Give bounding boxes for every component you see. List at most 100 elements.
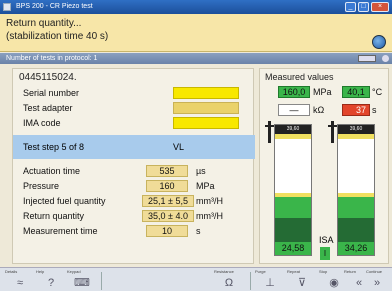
result-row: Injected fuel quantity 25,1 ± 5,5 mm³/H (13, 194, 255, 208)
test-step-label: Test step 5 of 8 (23, 142, 85, 152)
toolbar-label: Details (5, 269, 18, 274)
strip-indicator-icon (382, 55, 389, 62)
details-icon: ≈ (16, 277, 24, 289)
result-unit: s (196, 226, 201, 236)
chevron-right-icon: » (373, 277, 381, 289)
result-row: Actuation time 535 µs (13, 164, 255, 178)
bar-tolerance-band (338, 193, 374, 197)
pressure-unit: MPa (313, 87, 332, 97)
minimize-button[interactable]: _ (345, 2, 356, 12)
bar-tolerance-band (275, 134, 311, 139)
ohm-icon: Ω (224, 277, 234, 289)
toolbar-label: Continue (366, 269, 383, 274)
purge-icon: ⊥ (265, 277, 275, 289)
result-label: Pressure (23, 181, 60, 191)
message-line-2: (stabilization time 40 s) (6, 31, 109, 42)
part-number: 0445115024. (19, 72, 77, 83)
temperature-value: 40,1 (342, 86, 370, 98)
title-bar: BPS 200 - CR Piezo test _ □ × (0, 0, 392, 14)
resistance-button[interactable]: Resistance Ω (212, 268, 248, 291)
result-unit: mm³/H (196, 196, 223, 206)
toolbar-label: Resistance (214, 269, 234, 274)
test-adapter-field[interactable] (173, 102, 239, 114)
measured-values-panel: Measured values 160,0 MPa 40,1 °C — kΩ 3… (259, 68, 389, 264)
continue-button[interactable]: Continue » (364, 268, 392, 291)
repeat-button[interactable]: Repeat ⊽ (285, 268, 321, 291)
resistance-unit: kΩ (313, 105, 325, 115)
strip-toggle[interactable] (358, 55, 376, 62)
repeat-icon: ⊽ (297, 277, 307, 289)
result-label: Actuation time (23, 166, 81, 176)
empty-icon (138, 275, 172, 291)
toolbar-divider (250, 272, 251, 290)
serial-number-field[interactable] (173, 87, 239, 99)
toolbar-label: Repeat (287, 269, 300, 274)
message-line-1: Return quantity... (6, 18, 82, 29)
return-quantity-bar: 39,60 34,26 (337, 124, 375, 256)
maximize-button[interactable]: □ (358, 2, 369, 12)
test-step-banner: Test step 5 of 8 VL (13, 135, 255, 159)
toolbar-label: Stop (319, 269, 328, 274)
result-value: 25,1 ± 5,5 (142, 195, 194, 207)
needle-right-icon (328, 121, 337, 143)
empty-slot-button[interactable] (138, 268, 174, 291)
message-bar: Return quantity... (stabilization time 4… (0, 14, 392, 52)
injected-quantity-bar: 39,60 24,58 (274, 124, 312, 256)
window-title: BPS 200 - CR Piezo test (16, 3, 93, 10)
result-value: 35,0 ± 4.0 (142, 210, 194, 222)
result-row: Pressure 160 MPa (13, 179, 255, 193)
protocol-text: Number of tests in protocol: 1 (6, 55, 98, 62)
needle-left-icon (265, 121, 274, 143)
app-window: BPS 200 - CR Piezo test _ □ × Return qua… (0, 0, 392, 291)
empty-slot-button[interactable] (172, 268, 208, 291)
empty-slot-button[interactable] (104, 268, 140, 291)
result-value: 160 (146, 180, 188, 192)
field-label: Serial number (23, 88, 80, 98)
result-label: Measurement time (23, 226, 98, 236)
time-value: 37 (342, 104, 370, 116)
test-adapter-row: Test adapter (13, 101, 255, 115)
result-row: Return quantity 35,0 ± 4.0 mm³/H (13, 209, 255, 223)
result-value: 535 (146, 165, 188, 177)
toolbar-label: Keypad (67, 269, 81, 274)
protocol-strip: Number of tests in protocol: 1 (0, 53, 392, 64)
ima-code-row: IMA code (13, 116, 255, 130)
purge-button[interactable]: Purge ⊥ (253, 268, 289, 291)
bottom-toolbar: Details ≈ Help ? Keypad ⌨ Resistance Ω P… (0, 267, 392, 291)
toolbar-divider (101, 272, 102, 290)
keypad-button[interactable]: Keypad ⌨ (65, 268, 101, 291)
app-icon (3, 3, 11, 11)
result-unit: MPa (196, 181, 215, 191)
bar-top-label: 39,60 (338, 125, 374, 134)
bar-dark-segment (275, 218, 311, 242)
ima-code-field[interactable] (173, 117, 239, 129)
result-label: Injected fuel quantity (23, 196, 106, 206)
toolbar-label: Purge (255, 269, 266, 274)
test-step-value: VL (173, 142, 185, 152)
bar-value: 24,58 (275, 242, 311, 255)
help-icon: ? (47, 277, 55, 289)
toolbar-label: Return (344, 269, 357, 274)
close-button[interactable]: × (371, 2, 389, 12)
result-unit: mm³/H (196, 211, 223, 221)
serial-number-row: Serial number (13, 86, 255, 100)
empty-icon (172, 275, 206, 291)
globe-icon[interactable] (372, 35, 386, 49)
keypad-icon: ⌨ (74, 277, 90, 289)
pressure-value: 160,0 (278, 86, 310, 98)
bar-value: 34,26 (338, 242, 374, 255)
temperature-unit: °C (372, 87, 383, 97)
time-unit: s (372, 105, 377, 115)
empty-icon (104, 275, 138, 291)
bar-dark-segment (338, 218, 374, 242)
bar-tolerance-band (275, 193, 311, 197)
isa-indicator: I (320, 247, 330, 260)
bar-top-label: 39,60 (275, 125, 311, 134)
field-label: Test adapter (23, 103, 73, 113)
toolbar-label: Help (36, 269, 45, 274)
result-value: 10 (146, 225, 188, 237)
measured-values-title: Measured values (265, 72, 334, 82)
field-label: IMA code (23, 118, 61, 128)
test-step-panel: 0445115024. Serial number Test adapter I… (12, 68, 255, 264)
result-unit: µs (196, 166, 206, 176)
